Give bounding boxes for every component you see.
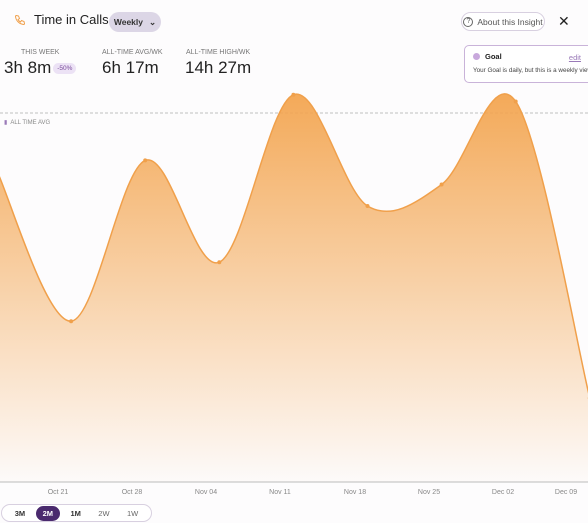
range-1w[interactable]: 1W bbox=[120, 506, 145, 521]
x-tick-label: Nov 04 bbox=[194, 489, 218, 496]
area-fill bbox=[0, 93, 588, 482]
data-point[interactable] bbox=[69, 319, 74, 324]
data-point[interactable] bbox=[291, 92, 296, 97]
x-tick-label: Nov 11 bbox=[269, 489, 291, 496]
goal-card: Goal edit Your Goal is daily, but this is… bbox=[464, 45, 588, 83]
x-tick-label: Oct 28 bbox=[121, 489, 143, 496]
range-selector: 3M 2M 1M 2W 1W bbox=[1, 504, 152, 522]
x-tick-label: Dec 02 bbox=[491, 489, 515, 496]
x-tick-label: Oct 21 bbox=[47, 489, 69, 496]
x-tick-label: Nov 18 bbox=[343, 489, 367, 496]
data-point[interactable] bbox=[217, 260, 222, 265]
x-tick-label: Nov 25 bbox=[417, 489, 441, 496]
bar-chart-icon: ▮ bbox=[4, 120, 8, 126]
range-2m[interactable]: 2M bbox=[35, 505, 60, 521]
range-2w[interactable]: 2W bbox=[91, 506, 116, 521]
goal-edit-link[interactable]: edit bbox=[569, 53, 581, 62]
goal-title: Goal bbox=[485, 52, 502, 61]
range-1m[interactable]: 1M bbox=[63, 506, 87, 521]
avg-label-text: ALL TIME AVG bbox=[10, 119, 51, 126]
data-point[interactable] bbox=[513, 99, 518, 104]
x-tick-label: Dec 09 bbox=[554, 489, 578, 496]
data-point[interactable] bbox=[365, 203, 370, 208]
data-point[interactable] bbox=[439, 182, 444, 187]
range-3m[interactable]: 3M bbox=[8, 506, 32, 521]
goal-dot-icon bbox=[473, 53, 480, 60]
avg-label: ▮ ALL TIME AVG bbox=[4, 119, 51, 127]
data-point[interactable] bbox=[143, 158, 148, 163]
goal-message: Your Goal is daily, but this is a weekly… bbox=[473, 67, 588, 74]
